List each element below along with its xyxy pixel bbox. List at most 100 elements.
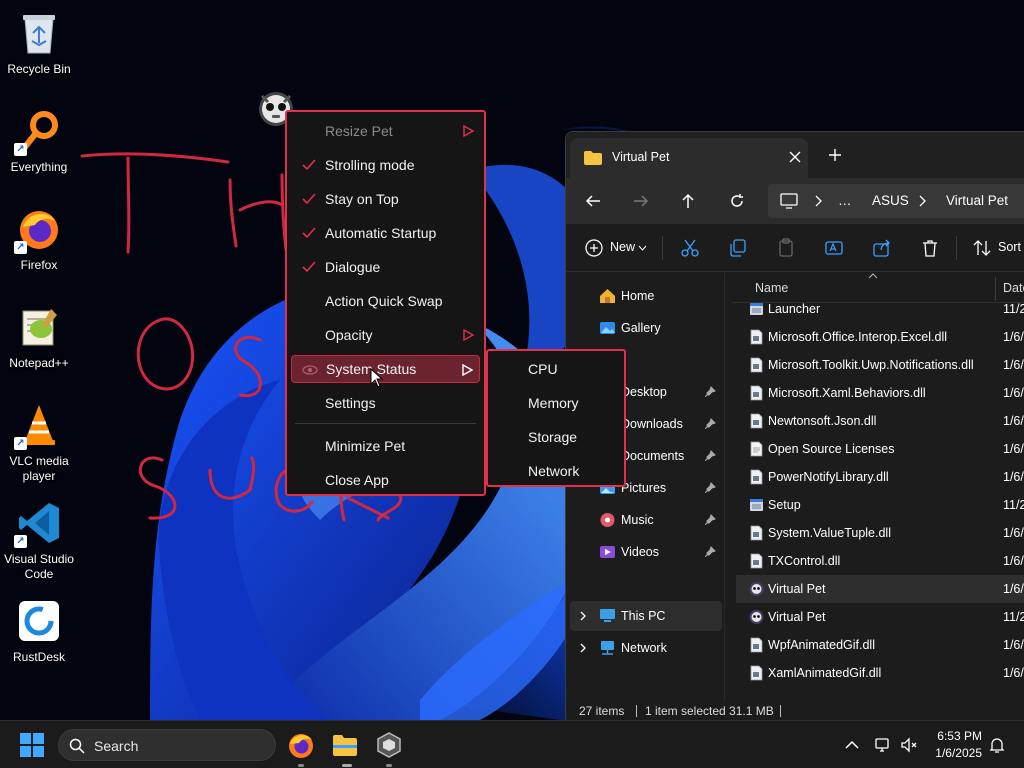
vscode-icon: ↗ (14, 498, 64, 548)
menu-item-settings[interactable]: Settings (291, 389, 480, 417)
menu-item-strolling-mode[interactable]: Strolling mode (291, 151, 480, 179)
file-row[interactable]: TXControl.dll 1/6/ (736, 547, 1024, 575)
dll-icon (750, 665, 763, 681)
file-row[interactable]: Microsoft.Xaml.Behaviors.dll 1/6/ (736, 379, 1024, 407)
desktop-icon-everything[interactable]: ↗ Everything (0, 106, 78, 175)
file-explorer-taskbar-icon[interactable] (331, 731, 359, 759)
expand-chevron-icon[interactable] (578, 642, 588, 654)
column-date[interactable]: Date (1003, 281, 1024, 295)
menu-item-close-app[interactable]: Close App (291, 466, 480, 494)
desktop-icon-rustdesk[interactable]: RustDesk (0, 596, 78, 665)
windows-start-icon[interactable] (18, 731, 46, 759)
tab-virtual-pet[interactable]: Virtual Pet (570, 138, 808, 178)
file-name: Open Source Licenses (768, 442, 895, 456)
column-name[interactable]: Name (755, 281, 788, 295)
address-bar[interactable]: … ASUS Virtual Pet (768, 184, 1024, 218)
copy-icon[interactable] (728, 238, 748, 258)
nav-item-gallery[interactable]: Gallery (570, 313, 722, 343)
file-row[interactable]: Virtual Pet 1/6/ (736, 575, 1024, 603)
menu-item-minimize-pet[interactable]: Minimize Pet (291, 432, 480, 460)
tab-title: Virtual Pet (612, 150, 670, 164)
network-tray-icon[interactable] (874, 736, 892, 754)
taskbar-search-box[interactable]: Search (58, 729, 276, 761)
menu-item-automatic-startup[interactable]: Automatic Startup (291, 219, 480, 247)
sort-button[interactable]: Sort (998, 240, 1021, 254)
close-tab-icon[interactable] (788, 150, 802, 164)
menu-item-resize-pet[interactable]: Resize Pet (291, 117, 480, 145)
share-icon[interactable] (872, 238, 892, 258)
home-icon (600, 289, 615, 303)
file-row[interactable]: System.ValueTuple.dll 1/6/ (736, 519, 1024, 547)
breadcrumb-asus[interactable]: ASUS (872, 193, 909, 208)
desktop-icon-recycle-bin[interactable]: Recycle Bin (0, 8, 78, 77)
menu-item-system-status[interactable]: System Status (291, 355, 480, 383)
menu-item-label: Strolling mode (325, 157, 415, 173)
file-name: TXControl.dll (768, 554, 841, 568)
breadcrumb-overflow[interactable]: … (838, 193, 852, 208)
menu-item-action-quick-swap[interactable]: Action Quick Swap (291, 287, 480, 315)
file-row[interactable]: Newtonsoft.Json.dll 1/6/ (736, 407, 1024, 435)
notification-bell-icon[interactable] (988, 736, 1006, 754)
file-name: System.ValueTuple.dll (768, 526, 891, 540)
menu-item-dialogue[interactable]: Dialogue (291, 253, 480, 281)
file-date: 1/6/ (1003, 554, 1024, 568)
nav-item-music[interactable]: Music (570, 505, 722, 535)
file-row[interactable]: Launcher 11/2 (736, 295, 1024, 323)
refresh-icon[interactable] (728, 192, 746, 210)
pin-icon (705, 482, 716, 493)
nav-item-label: Documents (621, 449, 685, 463)
new-tab-icon[interactable] (828, 148, 842, 162)
paste-icon[interactable] (776, 238, 796, 258)
taskbar-clock[interactable]: 6:53 PM 1/6/2025 (935, 728, 982, 762)
nav-item-videos[interactable]: Videos (570, 537, 722, 567)
cut-icon[interactable] (680, 238, 700, 258)
rename-icon[interactable] (824, 238, 844, 258)
virtual-pet-taskbar-icon[interactable] (375, 731, 403, 759)
breadcrumb-virtual-pet[interactable]: Virtual Pet (946, 193, 1008, 208)
new-button[interactable]: New (610, 240, 635, 254)
file-row[interactable]: Setup 11/2 (736, 491, 1024, 519)
firefox-taskbar-icon[interactable] (287, 731, 315, 759)
file-row[interactable]: Microsoft.Toolkit.Uwp.Notifications.dll 1… (736, 351, 1024, 379)
forward-arrow-icon[interactable] (632, 192, 650, 210)
submenu-item-cpu[interactable]: CPU (492, 355, 620, 383)
desktop-icon-label: Notepad++ (9, 356, 69, 370)
toolbar-divider (956, 236, 957, 260)
show-hidden-icons-chevron-icon[interactable] (843, 736, 861, 754)
file-row[interactable]: XamlAnimatedGif.dll 1/6/ (736, 659, 1024, 687)
desktop-icon-vscode[interactable]: ↗ Visual Studio Code (0, 498, 78, 582)
menu-item-opacity[interactable]: Opacity (291, 321, 480, 349)
desktop-icon-notepad-plus-plus[interactable]: Notepad++ (0, 302, 78, 371)
status-bar: 27 items 1 item selected 31.1 MB (566, 700, 1024, 720)
file-date: 1/6/ (1003, 358, 1024, 372)
file-row[interactable]: WpfAnimatedGif.dll 1/6/ (736, 631, 1024, 659)
expand-chevron-icon[interactable] (578, 610, 588, 622)
desktop-icon-firefox[interactable]: ↗ Firefox (0, 204, 78, 273)
delete-trash-icon[interactable] (920, 238, 940, 258)
recycle-bin-icon (14, 8, 64, 58)
volume-muted-icon[interactable] (900, 736, 918, 754)
nav-item-network[interactable]: Network (570, 633, 722, 663)
submenu-item-memory[interactable]: Memory (492, 389, 620, 417)
chevron-down-icon (638, 245, 647, 251)
file-row[interactable]: PowerNotifyLibrary.dll 1/6/ (736, 463, 1024, 491)
file-row[interactable]: Open Source Licenses 1/6/ (736, 435, 1024, 463)
submenu-item-network[interactable]: Network (492, 457, 620, 485)
file-name: Launcher (768, 302, 821, 316)
file-name: Microsoft.Xaml.Behaviors.dll (768, 386, 926, 400)
sort-icon[interactable] (972, 238, 992, 258)
submenu-item-storage[interactable]: Storage (492, 423, 620, 451)
file-row[interactable]: Virtual Pet 11/2 (736, 603, 1024, 631)
submenu-item-label: Storage (528, 429, 578, 445)
pane-splitter[interactable] (724, 273, 725, 700)
desktop-icon-vlc[interactable]: ↗ VLC media player (0, 400, 78, 484)
new-plus-icon[interactable] (584, 238, 604, 258)
back-arrow-icon[interactable] (584, 192, 602, 210)
nav-item-this-pc[interactable]: This PC (570, 601, 722, 631)
nav-item-home[interactable]: Home (570, 281, 722, 311)
file-row[interactable]: Microsoft.Office.Interop.Excel.dll 1/6/ (736, 323, 1024, 351)
file-date: 1/6/ (1003, 666, 1024, 680)
menu-item-stay-on-top[interactable]: Stay on Top (291, 185, 480, 213)
breadcrumb-chevron-icon (919, 195, 926, 207)
up-arrow-icon[interactable] (679, 192, 697, 210)
